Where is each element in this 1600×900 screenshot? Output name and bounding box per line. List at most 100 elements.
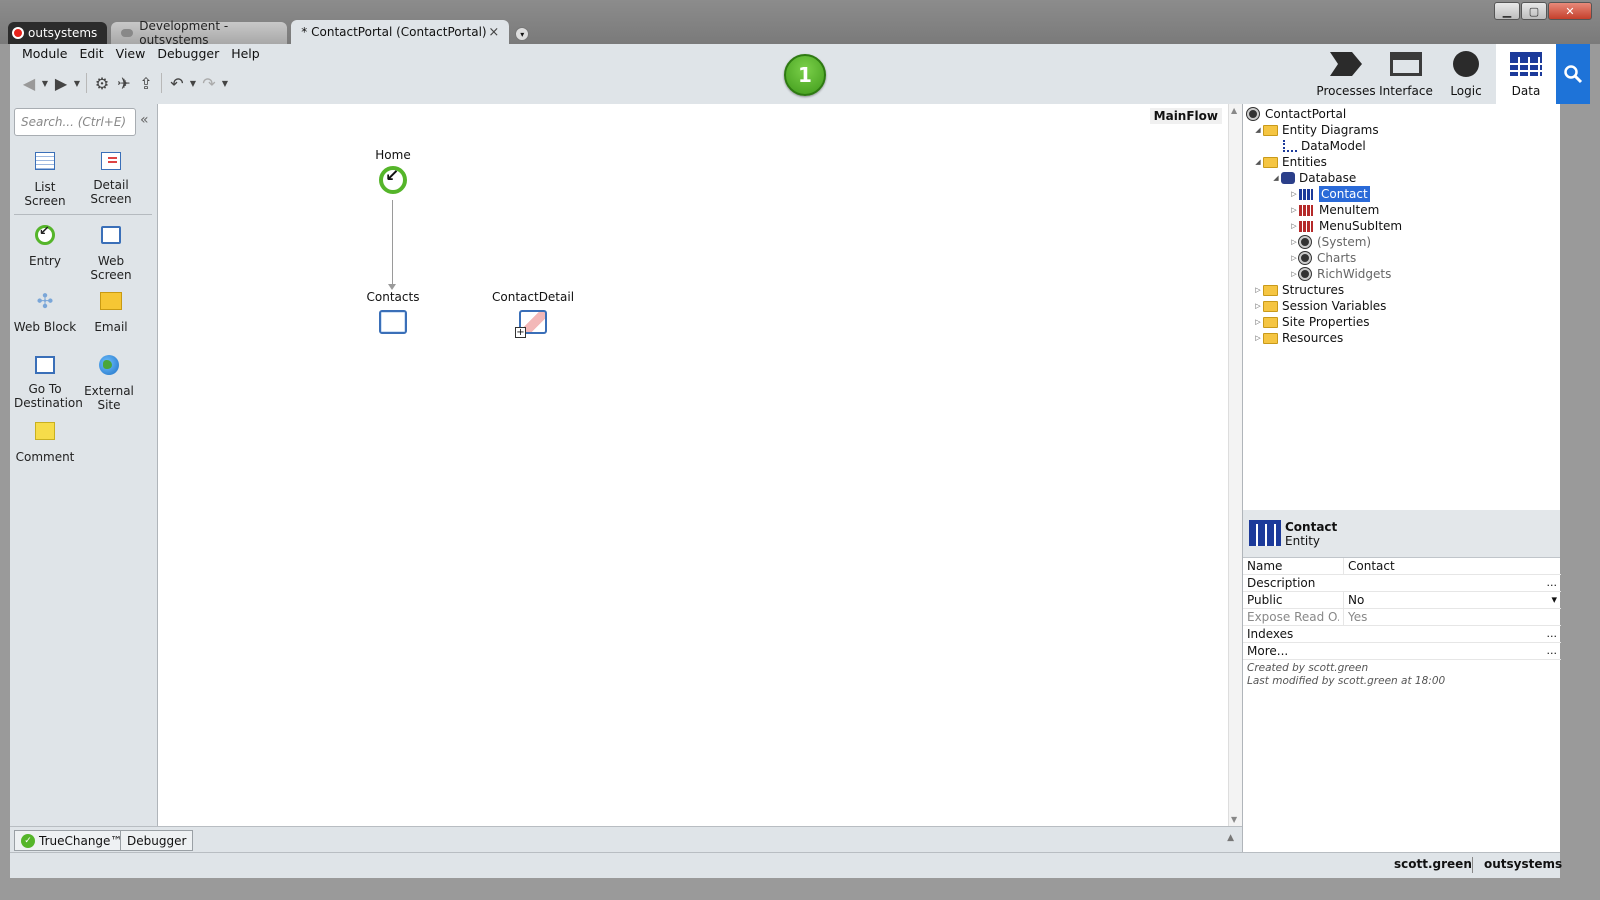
one-click-publish-button[interactable]: 1 (784, 54, 826, 96)
play-dropdown-icon[interactable]: ▼ (72, 72, 82, 94)
redo-icon[interactable]: ↷ (198, 72, 220, 94)
publish-icon[interactable]: ✈ (113, 72, 135, 94)
tree-item-contact[interactable]: ▷ Contact (1289, 186, 1370, 202)
expand-arrow-icon[interactable]: ▷ (1289, 234, 1299, 250)
scroll-up-icon[interactable]: ▲ (1231, 106, 1237, 115)
tree-item-site-properties[interactable]: ▷ Site Properties (1253, 314, 1370, 330)
tree-item-system[interactable]: ▷ (System) (1289, 234, 1371, 250)
tree-label: Site Properties (1282, 315, 1370, 329)
tree-item-contactportal[interactable]: ContactPortal (1247, 106, 1346, 122)
tab-truechange[interactable]: ✓ TrueChange™ (14, 830, 130, 851)
tree-item-menusubitem[interactable]: ▷ MenuSubItem (1289, 218, 1402, 234)
tool-comment[interactable]: Comment (12, 420, 78, 464)
search-button[interactable] (1556, 44, 1590, 104)
expand-arrow-icon[interactable]: ▷ (1253, 282, 1263, 298)
close-window-button[interactable]: ✕ (1548, 2, 1592, 20)
tool-web-block[interactable]: ✣ Web Block (12, 290, 78, 334)
node-home[interactable]: Home (362, 148, 424, 194)
ellipsis-button[interactable]: ... (1547, 643, 1558, 659)
tool-go-to-destination[interactable]: Go To Destination (12, 354, 83, 410)
property-description[interactable]: Description ... (1243, 575, 1561, 592)
expand-arrow-icon[interactable]: ▷ (1253, 314, 1263, 330)
ellipsis-button[interactable]: ... (1547, 626, 1558, 642)
merge-icon[interactable]: ⇪ (135, 72, 157, 94)
collapse-panel-icon[interactable]: « (140, 112, 149, 128)
tab-logic[interactable]: Logic (1436, 44, 1496, 104)
collapse-arrow-icon[interactable]: ◢ (1253, 154, 1263, 170)
tree-item-entities[interactable]: ◢ Entities (1253, 154, 1327, 170)
tab-data[interactable]: Data (1496, 44, 1556, 104)
tab-development[interactable]: Development - outsystems (111, 19, 288, 47)
play-icon[interactable]: ▶ (50, 72, 72, 94)
scroll-down-icon[interactable]: ▼ (1231, 815, 1237, 824)
tab-close-icon[interactable]: × (488, 25, 499, 40)
tool-email[interactable]: Email (78, 290, 144, 334)
property-public[interactable]: Public No ▾ (1243, 592, 1561, 609)
expand-arrow-icon[interactable]: ▷ (1289, 202, 1299, 218)
node-contacts[interactable]: Contacts (362, 290, 424, 334)
tab-debugger[interactable]: Debugger (120, 830, 194, 851)
diagram-icon (1283, 140, 1297, 152)
tree-item-menuitem[interactable]: ▷ MenuItem (1289, 202, 1379, 218)
expand-icon[interactable]: + (515, 327, 526, 338)
undo-icon[interactable]: ↶ (166, 72, 188, 94)
expand-arrow-icon[interactable]: ▷ (1289, 266, 1299, 282)
property-name[interactable]: Name Contact (1243, 558, 1561, 575)
undo-dropdown-icon[interactable]: ▼ (188, 72, 198, 94)
gear-icon[interactable]: ⚙ (91, 72, 113, 94)
tree-item-richwidgets[interactable]: ▷ RichWidgets (1289, 266, 1391, 282)
menu-view[interactable]: View (110, 46, 152, 62)
tab-list-dropdown-icon[interactable]: ▾ (515, 27, 530, 41)
tree-item-database[interactable]: ◢ Database (1271, 170, 1356, 186)
menu-edit[interactable]: Edit (73, 46, 109, 62)
widget-toolbox: Search... (Ctrl+E) « List Screen Detail … (10, 104, 158, 848)
module-tabs: outsystems Development - outsystems * Co… (8, 19, 530, 47)
property-more[interactable]: More... ... (1243, 643, 1561, 660)
node-contact-detail[interactable]: ContactDetail + (492, 290, 574, 338)
tool-external-site[interactable]: External Site (76, 354, 142, 412)
tool-web-screen[interactable]: Web Screen (78, 224, 144, 282)
detail-screen-icon (101, 152, 121, 170)
chevron-down-icon[interactable]: ▾ (1551, 592, 1557, 608)
expand-arrow-icon[interactable]: ▷ (1289, 186, 1299, 202)
tab-interface[interactable]: Interface (1376, 44, 1436, 104)
canvas-vertical-scrollbar[interactable]: ▲ ▼ (1228, 104, 1242, 826)
database-icon (1281, 172, 1295, 184)
entity-icon (1299, 204, 1313, 216)
maximize-button[interactable]: ▢ (1521, 2, 1547, 20)
tool-list-screen[interactable]: List Screen (12, 150, 78, 208)
public-select[interactable]: No (1343, 592, 1561, 608)
flow-canvas[interactable]: MainFlow (158, 104, 1228, 826)
collapse-arrow-icon[interactable]: ◢ (1253, 122, 1263, 138)
tree-item-charts[interactable]: ▷ Charts (1289, 250, 1356, 266)
expand-arrow-icon[interactable]: ▷ (1253, 330, 1263, 346)
back-arrow-icon[interactable]: ◀ (18, 72, 40, 94)
menu-help[interactable]: Help (225, 46, 266, 62)
expand-arrow-icon[interactable]: ▷ (1253, 298, 1263, 314)
tree-item-structures[interactable]: ▷ Structures (1253, 282, 1344, 298)
expand-arrow-icon[interactable]: ▷ (1289, 218, 1299, 234)
flow-connector-line[interactable] (392, 200, 393, 288)
back-dropdown-icon[interactable]: ▼ (40, 72, 50, 94)
tree-item-datamodel[interactable]: DataModel (1283, 138, 1366, 154)
expand-arrow-icon[interactable]: ▷ (1289, 250, 1299, 266)
tree-item-entity-diagrams[interactable]: ◢ Entity Diagrams (1253, 122, 1378, 138)
tool-detail-screen[interactable]: Detail Screen (78, 150, 144, 206)
property-indexes[interactable]: Indexes ... (1243, 626, 1561, 643)
tool-entry[interactable]: Entry (12, 224, 78, 268)
tab-contactportal[interactable]: * ContactPortal (ContactPortal) × (291, 20, 510, 44)
tree-item-resources[interactable]: ▷ Resources (1253, 330, 1343, 346)
collapse-arrow-icon[interactable]: ◢ (1271, 170, 1281, 186)
redo-dropdown-icon[interactable]: ▼ (220, 72, 230, 94)
property-expose-read-only: Expose Read O... Yes (1243, 609, 1561, 626)
name-field[interactable]: Contact (1343, 558, 1561, 574)
toolbox-search-input[interactable]: Search... (Ctrl+E) (14, 108, 136, 136)
tab-outsystems[interactable]: outsystems (8, 22, 108, 44)
menu-debugger[interactable]: Debugger (151, 46, 225, 62)
tree-item-session-variables[interactable]: ▷ Session Variables (1253, 298, 1386, 314)
tab-processes[interactable]: Processes (1316, 44, 1376, 104)
menu-module[interactable]: Module (16, 46, 73, 62)
expand-panel-icon[interactable]: ▲ (1227, 833, 1234, 843)
minimize-button[interactable]: ▁ (1494, 2, 1520, 20)
ellipsis-button[interactable]: ... (1547, 575, 1558, 591)
